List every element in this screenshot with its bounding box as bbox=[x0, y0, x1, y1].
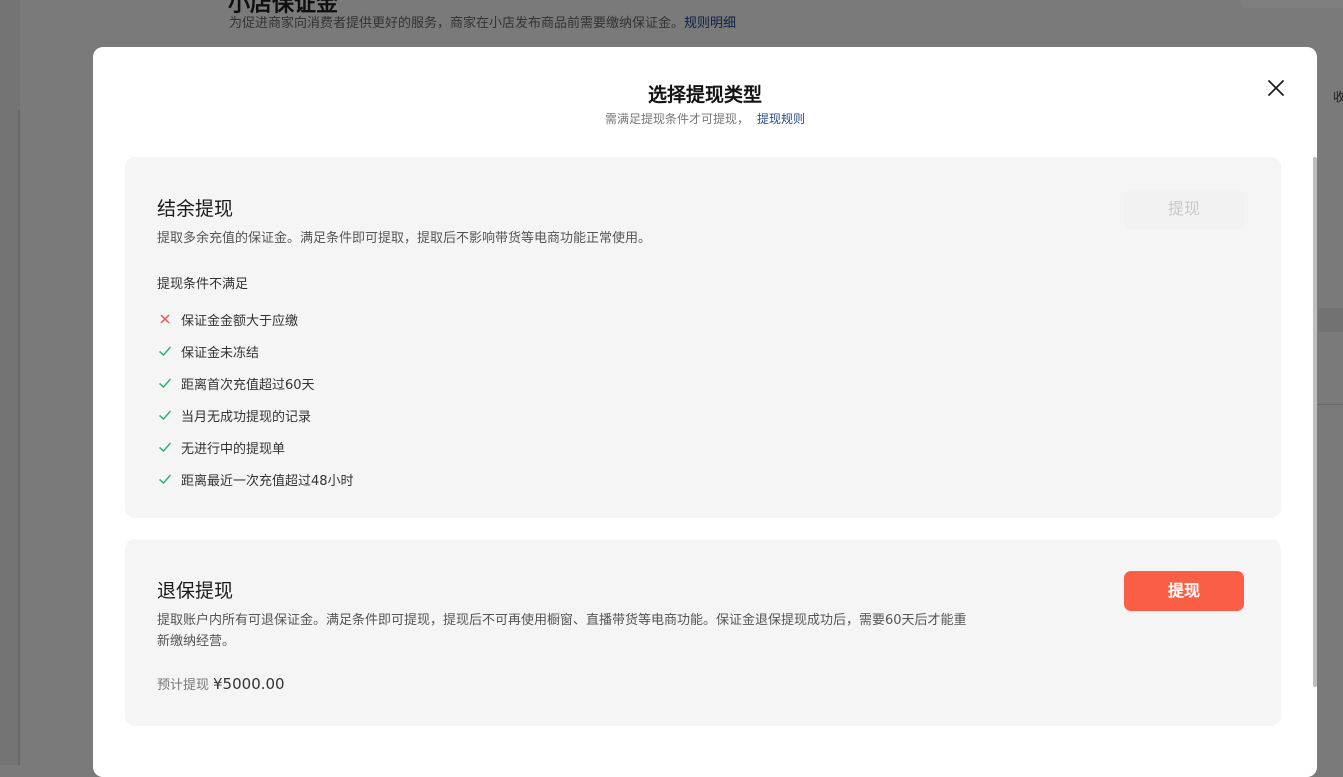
check-icon bbox=[159, 346, 172, 357]
condition-text: 保证金未冻结 bbox=[181, 345, 260, 361]
balance-withdraw-button[interactable]: 提现 bbox=[1124, 189, 1244, 229]
conditions-list: 保证金金额大于应缴 保证金未冻结距离首次充值超过60天 当月无成功提现的记录 无进行中… bbox=[157, 303, 354, 495]
refund-withdraw-description: 提取账户内所有可退保证金。满足条件即可提现，提现后不可再使用橱窗、直播带货等电商… bbox=[157, 613, 967, 649]
balance-withdraw-description: 提取多余充值的保证金。满足条件即可提取，提取后不影响带货等电商功能正常使用。 bbox=[157, 231, 652, 246]
condition-text: 距离首次充值超过60天 bbox=[181, 377, 315, 393]
condition-text: 无进行中的提现单 bbox=[181, 441, 286, 457]
close-icon bbox=[1268, 80, 1284, 96]
condition-item: 距离首次充值超过60天 bbox=[157, 367, 354, 399]
refund-withdraw-button[interactable]: 提现 bbox=[1124, 571, 1244, 611]
dialog-scrollbar[interactable] bbox=[1313, 157, 1317, 687]
dialog-title: 选择提现类型 bbox=[647, 84, 762, 106]
check-icon bbox=[159, 378, 172, 389]
estimate-amount: ¥5000.00 bbox=[213, 675, 285, 693]
balance-withdraw-title: 结余提现 bbox=[157, 198, 234, 220]
estimate-label: 预计提现 bbox=[157, 678, 210, 693]
dialog-subtitle: 需满足提现条件才可提现， 提现规则 bbox=[93, 110, 1317, 127]
cross-icon bbox=[160, 314, 170, 324]
condition-item: 当月无成功提现的记录 bbox=[157, 399, 354, 431]
condition-item: 保证金金额大于应缴 bbox=[157, 303, 354, 335]
balance-withdraw-card: 结余提现 提取多余充值的保证金。满足条件即可提取，提取后不影响带货等电商功能正常… bbox=[125, 157, 1281, 518]
estimate-withdraw: 预计提现 ¥5000.00 bbox=[157, 674, 285, 693]
condition-item: 无进行中的提现单 bbox=[157, 431, 354, 463]
refund-withdraw-title: 退保提现 bbox=[157, 580, 234, 602]
condition-item: 距离最近一次充值超过48小时 bbox=[157, 463, 354, 495]
withdraw-rules-link[interactable]: 提现规则 bbox=[757, 112, 805, 126]
close-button[interactable] bbox=[1265, 77, 1287, 99]
dialog-subtitle-text: 需满足提现条件才可提现， bbox=[604, 112, 749, 126]
withdraw-type-dialog: 选择提现类型 需满足提现条件才可提现， 提现规则 结余提现 提取多余充值的保证金。… bbox=[93, 47, 1317, 777]
check-icon bbox=[159, 410, 172, 421]
conditions-title: 提现条件不满足 bbox=[157, 277, 249, 292]
check-icon bbox=[159, 442, 172, 453]
refund-withdraw-card: 退保提现 提取账户内所有可退保证金。满足条件即可提现，提现后不可再使用橱窗、直播… bbox=[125, 539, 1281, 726]
condition-text: 保证金金额大于应缴 bbox=[181, 313, 299, 329]
condition-text: 当月无成功提现的记录 bbox=[181, 409, 312, 425]
check-icon bbox=[159, 474, 172, 485]
condition-text: 距离最近一次充值超过48小时 bbox=[181, 473, 354, 489]
condition-item: 保证金未冻结 bbox=[157, 335, 354, 367]
